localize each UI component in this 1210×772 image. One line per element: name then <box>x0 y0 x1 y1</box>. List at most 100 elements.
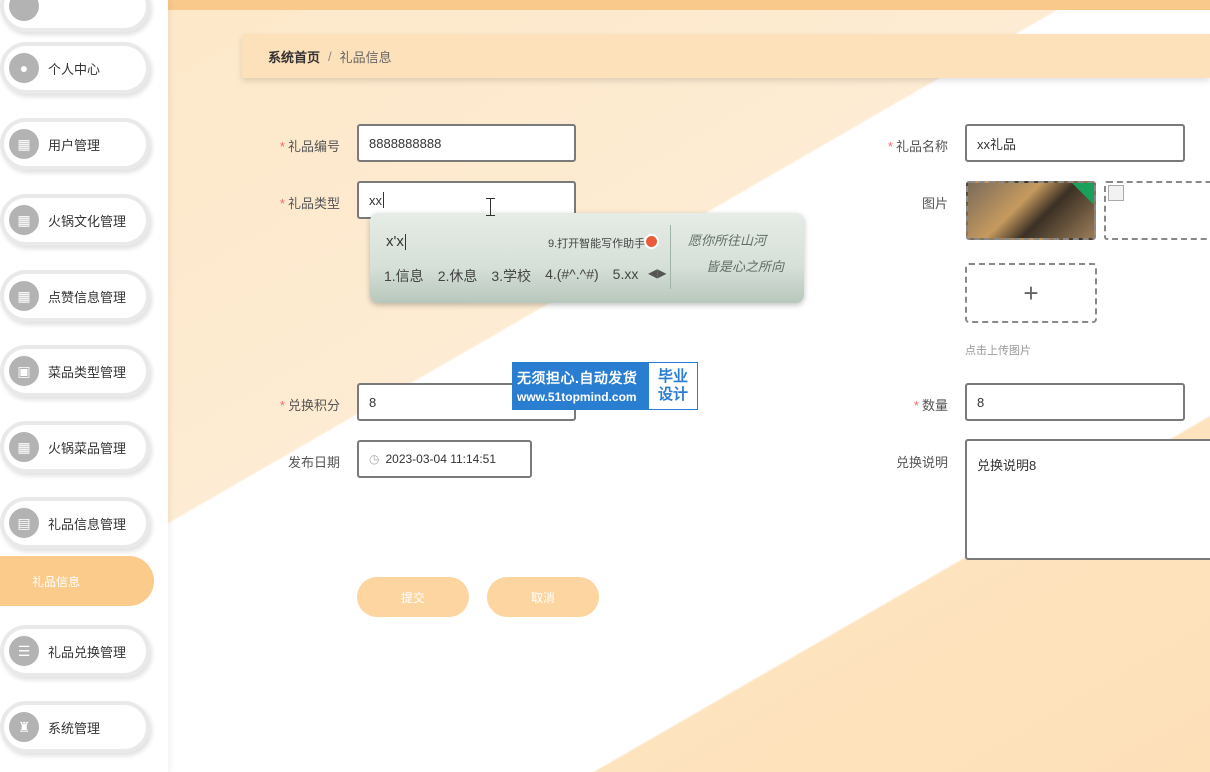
ime-caret <box>404 234 406 251</box>
publish-date-value: 2023-03-04 11:14:51 <box>385 452 497 466</box>
image-label: 图片 <box>858 193 948 212</box>
watermark-slogan: 无须担心.自动发货 <box>517 370 638 386</box>
ime-writing-assistant[interactable]: 9.打开智能写作助手 <box>548 235 645 251</box>
description-label-text: 兑换说明 <box>895 455 948 470</box>
required-mark: * <box>913 398 919 413</box>
ime-candidate[interactable]: 2.休息 <box>438 266 478 286</box>
grid-icon: ▦ <box>9 432 39 462</box>
sidebar-item-label: 系统管理 <box>48 720 101 736</box>
quantity-value: 8 <box>977 394 985 410</box>
gift-image-thumbnail[interactable] <box>966 181 1096 240</box>
required-mark: * <box>279 196 285 211</box>
cancel-button[interactable]: 取消 <box>487 577 599 617</box>
quantity-input[interactable]: 8 <box>965 383 1185 421</box>
publish-date-picker[interactable]: ◷ 2023-03-04 11:14:51 <box>357 440 532 478</box>
ime-divider <box>670 225 671 289</box>
sidebar-item-hotpot-culture[interactable]: ▦ 火锅文化管理 <box>0 194 150 246</box>
image-upload-button[interactable]: + <box>965 263 1097 323</box>
required-mark: * <box>887 139 893 154</box>
watermark-logo: 无须担心.自动发货 www.51topmind.com 毕业 设计 <box>512 362 698 410</box>
required-mark: * <box>279 139 285 154</box>
chevron-left-icon[interactable]: ◀ <box>648 266 657 280</box>
gift-no-label: * 礼品编号 <box>250 136 340 155</box>
bag-icon: ▤ <box>9 508 39 538</box>
submit-button[interactable]: 提交 <box>357 577 469 617</box>
watermark-right-line: 毕业 <box>657 368 688 385</box>
watermark-left: 无须担心.自动发货 www.51topmind.com <box>513 363 649 409</box>
breadcrumb-current: 礼品信息 <box>339 49 392 65</box>
sidebar-item-user-management[interactable]: ▦ 用户管理 <box>0 118 150 170</box>
sidebar-item-personal-center[interactable]: ● 个人中心 <box>0 42 150 94</box>
ime-skin-calligraphy: 愿你所往山河 皆是心之所向 <box>688 229 792 289</box>
gift-no-input[interactable]: 8888888888 <box>357 124 576 162</box>
gift-name-label: * 礼品名称 <box>858 136 948 155</box>
sidebar-item-gift-info[interactable]: ▤ 礼品信息管理 <box>0 497 150 549</box>
description-textarea[interactable]: 兑换说明8 <box>965 439 1210 560</box>
ime-page-arrows[interactable]: ◀▶ <box>648 266 666 280</box>
gift-type-label-text: 礼品类型 <box>287 196 340 211</box>
watermark-right: 毕业 设计 <box>649 363 697 409</box>
ime-candidate[interactable]: 4.(#^.^#) <box>545 266 599 286</box>
user-icon: ● <box>9 53 39 83</box>
sidebar-item-label: 点赞信息管理 <box>48 289 127 305</box>
quantity-label: * 数量 <box>858 395 948 414</box>
sidebar-item-label: 菜品类型管理 <box>48 364 127 380</box>
sidebar-item-likes[interactable]: ▦ 点赞信息管理 <box>0 270 150 322</box>
chevron-right-icon[interactable]: ▶ <box>657 266 666 280</box>
assistant-icon[interactable] <box>644 234 659 249</box>
publish-date-label: 发布日期 <box>250 452 340 471</box>
gift-type-value: xx <box>369 192 382 208</box>
points-label-text: 兑换积分 <box>287 398 340 413</box>
menu-icon <box>9 0 39 21</box>
sidebar-item-label: 火锅文化管理 <box>48 213 127 229</box>
gift-name-label-text: 礼品名称 <box>895 139 948 154</box>
sidebar-item-label: 火锅菜品管理 <box>48 440 127 456</box>
sidebar-item-dish-types[interactable]: ▣ 菜品类型管理 <box>0 345 150 397</box>
gift-image-thumbnail-broken[interactable] <box>1104 181 1210 240</box>
image-icon: ▣ <box>9 356 39 386</box>
sidebar-item-hotpot-dishes[interactable]: ▦ 火锅菜品管理 <box>0 421 150 473</box>
ime-candidate[interactable]: 5.xx <box>613 266 639 286</box>
upload-tip: 点击上传图片 <box>965 345 1031 357</box>
breadcrumb-separator: / <box>328 48 332 64</box>
ime-candidate[interactable]: 3.学校 <box>491 266 531 286</box>
sidebar-subitem-gift-info[interactable]: 礼品信息 <box>0 556 154 606</box>
top-header-strip <box>168 0 1210 10</box>
ime-candidate-list: 1.信息 2.休息 3.学校 4.(#^.^#) 5.xx <box>384 266 638 286</box>
mouse-ibeam-cursor <box>486 198 495 216</box>
ime-candidate[interactable]: 1.信息 <box>384 266 424 286</box>
grid-icon: ▦ <box>9 205 39 235</box>
watermark-url: www.51topmind.com <box>517 390 637 404</box>
watermark-right-line: 设计 <box>657 386 688 403</box>
description-value: 兑换说明8 <box>977 458 1037 473</box>
points-label: * 兑换积分 <box>250 395 340 414</box>
image-label-text: 图片 <box>921 196 948 211</box>
trophy-icon: ♜ <box>9 712 39 742</box>
sidebar-subitem-label: 礼品信息 <box>32 574 81 589</box>
sidebar: ● 个人中心 ▦ 用户管理 ▦ 火锅文化管理 ▦ 点赞信息管理 ▣ 菜品类型管理… <box>0 0 168 772</box>
required-mark: * <box>279 398 285 413</box>
sidebar-item-label: 礼品信息管理 <box>48 516 127 532</box>
sidebar-item-label: 个人中心 <box>48 61 101 77</box>
list-icon: ☰ <box>9 636 39 666</box>
sidebar-item-system[interactable]: ♜ 系统管理 <box>0 701 150 753</box>
points-value: 8 <box>369 394 377 410</box>
ime-composition: x'x <box>386 233 406 251</box>
success-corner-icon <box>1072 183 1094 205</box>
ime-candidate-popup: x'x 9.打开智能写作助手 1.信息 2.休息 3.学校 4.(#^.^#) … <box>370 213 804 303</box>
gift-name-input[interactable]: xx礼品 <box>965 124 1185 162</box>
sidebar-item-gift-exchange[interactable]: ☰ 礼品兑换管理 <box>0 625 150 677</box>
plus-icon: + <box>1023 277 1039 308</box>
breadcrumb-home[interactable]: 系统首页 <box>268 47 320 66</box>
gift-no-value: 8888888888 <box>369 135 442 151</box>
gift-type-label: * 礼品类型 <box>250 193 340 212</box>
ime-art-line: 愿你所往山河 <box>688 234 767 249</box>
sidebar-item-partial-top[interactable] <box>0 0 150 32</box>
grid-icon: ▦ <box>9 129 39 159</box>
sidebar-item-label: 用户管理 <box>48 137 101 153</box>
quantity-label-text: 数量 <box>921 398 948 413</box>
grid-icon: ▦ <box>9 281 39 311</box>
clock-icon: ◷ <box>369 452 380 466</box>
ime-composition-text: x'x <box>386 233 404 250</box>
broken-image-icon <box>1108 185 1124 201</box>
